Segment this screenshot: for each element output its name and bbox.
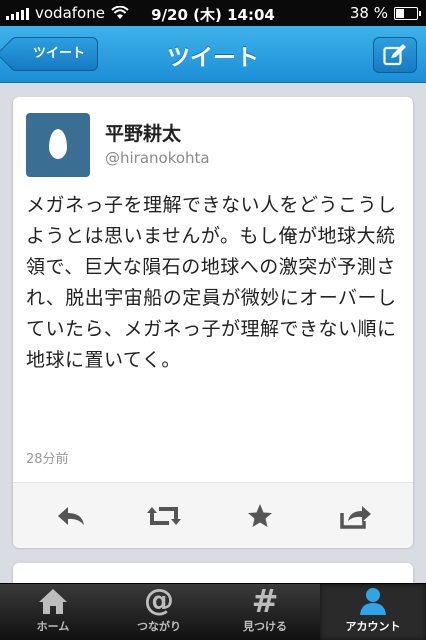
person-icon (360, 588, 386, 615)
user-name[interactable]: 平野耕太 (105, 119, 181, 146)
hashtag-icon: # (251, 582, 279, 620)
battery-percent: 38 % (349, 4, 388, 22)
tweet-actions (13, 482, 413, 548)
retweet-button[interactable] (146, 501, 182, 531)
battery-icon (394, 6, 421, 20)
tab-account[interactable]: アカウント (320, 584, 426, 640)
tab-connect-label: つながり (137, 620, 181, 633)
reply-icon (58, 507, 84, 525)
favorite-button[interactable] (242, 501, 278, 531)
battery-area: 38 % (349, 4, 421, 22)
egg-icon (49, 129, 67, 159)
retweet-icon (147, 507, 181, 525)
tab-discover-label: 見つける (243, 620, 287, 633)
tab-account-label: アカウント (345, 620, 401, 633)
compose-button[interactable] (373, 37, 417, 73)
share-button[interactable] (338, 501, 374, 531)
status-bar: vodafone 9/20 (木) 14:04 38 % (0, 0, 426, 26)
share-icon (340, 506, 371, 529)
at-icon: @ (144, 583, 174, 618)
tab-discover[interactable]: # 見つける (212, 584, 318, 640)
tweet-text: メガネっ子を理解できない人をどうこうしようとは思いませんが。もし俺が地球大統領で… (26, 194, 397, 371)
tab-connect[interactable]: @ つながり (106, 584, 212, 640)
favorite-icon (248, 504, 272, 527)
compose-icon (383, 44, 406, 66)
user-handle[interactable]: @hiranokohta (105, 149, 210, 167)
tweet-timestamp: 28分前 (26, 452, 69, 467)
tab-home-label: ホーム (36, 620, 70, 633)
home-icon (39, 589, 67, 614)
tab-home[interactable]: ホーム (0, 584, 106, 640)
tab-bar: ホーム @ つながり # 見つける アカウント (0, 583, 426, 640)
tweet-card: 平野耕太 @hiranokohta メガネっ子を理解できない人をどうこうしようと… (13, 97, 413, 548)
page-title: ツイート (167, 45, 259, 71)
avatar[interactable] (26, 113, 90, 177)
reply-button[interactable] (53, 501, 89, 531)
nav-bar: ツイート ツイート (0, 26, 426, 83)
